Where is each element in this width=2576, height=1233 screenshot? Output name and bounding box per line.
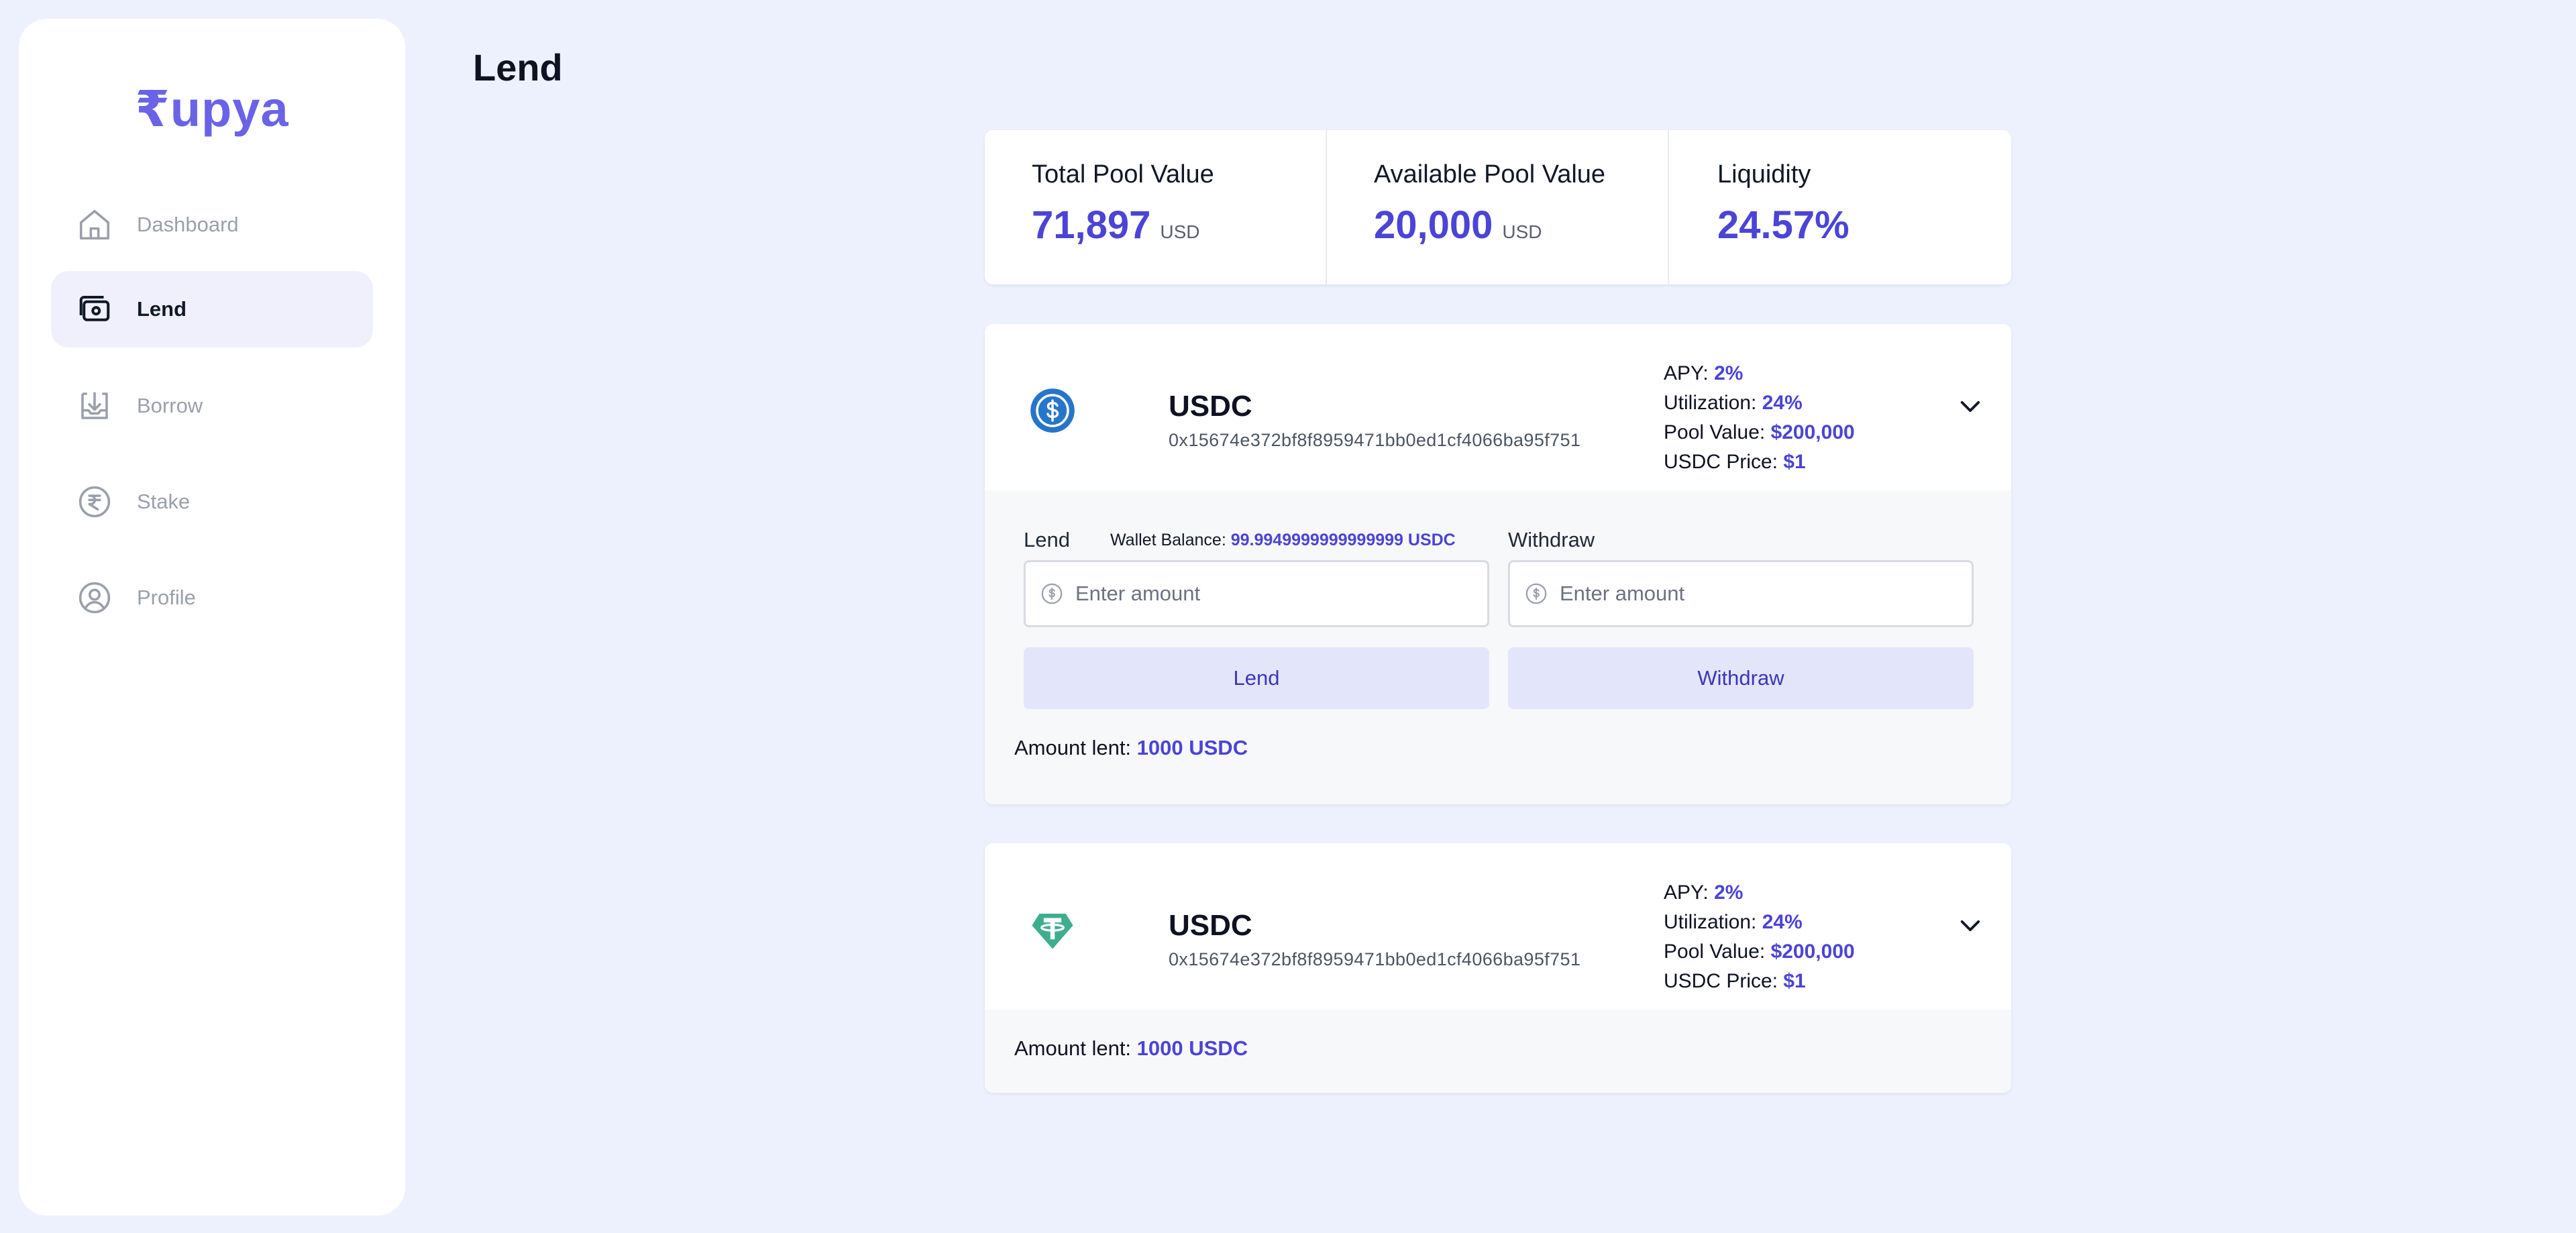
lend-label: Lend xyxy=(1024,528,1070,552)
apy-value: 2% xyxy=(1714,881,1743,904)
price-value: $1 xyxy=(1783,970,1805,992)
lend-amount-field[interactable] xyxy=(1024,560,1489,627)
stat-available-pool-value: Available Pool Value 20,000 USD xyxy=(1327,130,1669,284)
pool-value-label: Pool Value: xyxy=(1664,941,1765,963)
pool-stats: Total Pool Value 71,897 USD Available Po… xyxy=(985,130,2011,284)
withdraw-button[interactable]: Withdraw xyxy=(1508,647,1974,709)
usdc-coin-icon xyxy=(1029,387,1076,434)
withdraw-label: Withdraw xyxy=(1508,528,1595,552)
utilization-label: Utilization: xyxy=(1664,911,1756,933)
lend-amount-input[interactable] xyxy=(1075,582,1451,606)
asset-stats: APY: 2% Utilization: 24% Pool Value: $20… xyxy=(1664,359,1855,477)
asset-card-body: Lend Wallet Balance: 99.9949999999999999… xyxy=(985,490,2011,804)
wallet-balance-value: 99.9949999999999999 USDC xyxy=(1231,531,1456,549)
home-icon xyxy=(75,205,114,244)
sidebar-item-lend[interactable]: Lend xyxy=(51,271,373,347)
rupee-icon xyxy=(75,482,114,521)
asset-address: 0x15674e372bf8f8959471bb0ed1cf4066ba95f7… xyxy=(1169,430,1580,451)
utilization-value: 24% xyxy=(1762,911,1803,933)
amount-lent: Amount lent: 1000 USDC xyxy=(1014,1036,1248,1061)
asset-name: USDC xyxy=(1169,390,1252,423)
dollar-icon xyxy=(1525,582,1548,605)
amount-lent-label: Amount lent: xyxy=(1014,1036,1131,1060)
utilization-value: 24% xyxy=(1762,392,1803,414)
stat-liquidity: Liquidity 24.57% xyxy=(1669,130,2011,284)
asset-card-usdc: USDC 0x15674e372bf8f8959471bb0ed1cf4066b… xyxy=(985,324,2011,804)
amount-lent: Amount lent: 1000 USDC xyxy=(1014,736,1248,760)
utilization-label: Utilization: xyxy=(1664,392,1756,414)
withdraw-amount-input[interactable] xyxy=(1560,582,1935,606)
amount-lent-value: 1000 USDC xyxy=(1137,736,1248,759)
asset-card-tether: USDC 0x15674e372bf8f8959471bb0ed1cf4066b… xyxy=(985,843,2011,1093)
pool-value: $200,000 xyxy=(1771,941,1855,963)
price-value: $1 xyxy=(1783,451,1805,473)
user-icon xyxy=(75,578,114,617)
price-label: USDC Price: xyxy=(1664,970,1778,992)
pool-value: $200,000 xyxy=(1771,421,1855,443)
lend-button[interactable]: Lend xyxy=(1024,647,1489,709)
sidebar-item-profile[interactable]: Profile xyxy=(51,559,373,636)
asset-address: 0x15674e372bf8f8959471bb0ed1cf4066ba95f7… xyxy=(1169,949,1580,970)
sidebar-item-label: Stake xyxy=(137,490,190,514)
sidebar: ₹upya Dashboard Lend Borrow Stake Profil… xyxy=(19,19,405,1216)
wallet-icon xyxy=(75,290,114,329)
sidebar-item-label: Borrow xyxy=(137,394,203,418)
download-icon xyxy=(75,386,114,425)
stat-value: 24.57% xyxy=(1717,203,1849,248)
price-label: USDC Price: xyxy=(1664,451,1778,473)
sidebar-item-label: Profile xyxy=(137,586,196,610)
apy-value: 2% xyxy=(1714,362,1743,384)
amount-lent-label: Amount lent: xyxy=(1014,736,1131,759)
stat-unit: USD xyxy=(1160,221,1199,243)
wallet-balance-label: Wallet Balance: xyxy=(1110,531,1226,549)
tether-coin-icon xyxy=(1029,906,1076,953)
asset-card-header[interactable]: USDC 0x15674e372bf8f8959471bb0ed1cf4066b… xyxy=(985,324,2011,490)
stat-label: Available Pool Value xyxy=(1374,160,1668,189)
stat-total-pool-value: Total Pool Value 71,897 USD xyxy=(985,130,1327,284)
app-logo[interactable]: ₹upya xyxy=(19,81,405,138)
sidebar-item-dashboard[interactable]: Dashboard xyxy=(51,186,373,263)
wallet-balance: Wallet Balance: 99.9949999999999999 USDC xyxy=(1110,531,1456,550)
sidebar-item-borrow[interactable]: Borrow xyxy=(51,368,373,444)
sidebar-item-label: Dashboard xyxy=(137,213,239,237)
stat-label: Total Pool Value xyxy=(1032,160,1326,189)
chevron-down-icon[interactable] xyxy=(1956,392,1984,421)
stat-value: 71,897 xyxy=(1032,203,1150,248)
asset-card-body: Amount lent: 1000 USDC xyxy=(985,1010,2011,1093)
stat-value: 20,000 xyxy=(1374,203,1493,248)
stat-unit: USD xyxy=(1502,221,1542,243)
stat-label: Liquidity xyxy=(1717,160,2011,189)
asset-name: USDC xyxy=(1169,909,1252,943)
chevron-down-icon[interactable] xyxy=(1956,912,1984,940)
dollar-icon xyxy=(1040,582,1063,605)
sidebar-item-label: Lend xyxy=(137,297,186,321)
apy-label: APY: xyxy=(1664,362,1709,384)
apy-label: APY: xyxy=(1664,881,1709,904)
sidebar-item-stake[interactable]: Stake xyxy=(51,464,373,540)
page-title: Lend xyxy=(473,46,563,89)
withdraw-amount-field[interactable] xyxy=(1508,560,1974,627)
pool-value-label: Pool Value: xyxy=(1664,421,1765,443)
amount-lent-value: 1000 USDC xyxy=(1137,1036,1248,1060)
asset-stats: APY: 2% Utilization: 24% Pool Value: $20… xyxy=(1664,878,1855,996)
asset-card-header[interactable]: USDC 0x15674e372bf8f8959471bb0ed1cf4066b… xyxy=(985,843,2011,1010)
